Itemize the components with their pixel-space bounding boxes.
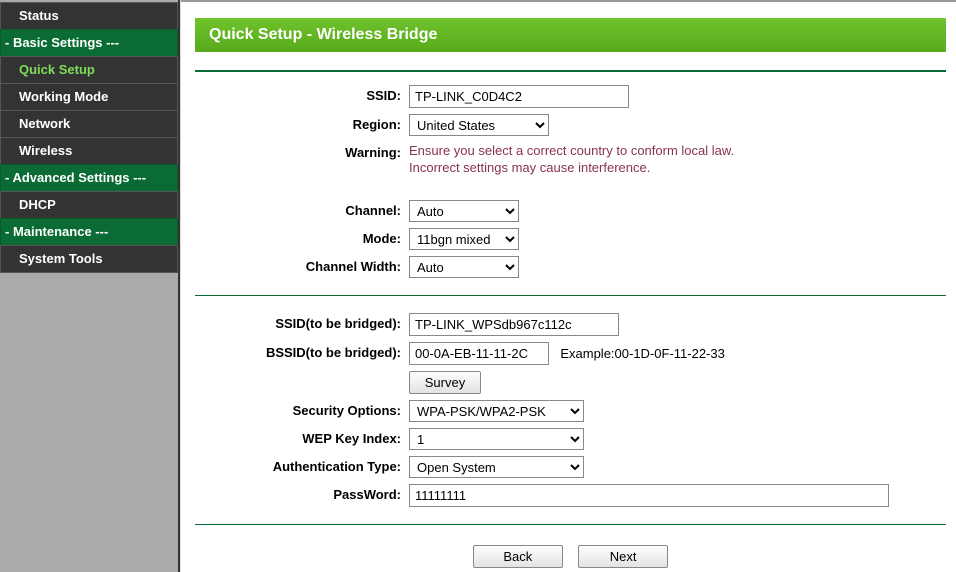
- nav-dhcp[interactable]: DHCP: [0, 191, 178, 218]
- back-button[interactable]: Back: [473, 545, 563, 568]
- nav-status[interactable]: Status: [0, 2, 178, 29]
- warning-line1: Ensure you select a correct country to c…: [409, 142, 942, 159]
- channel-width-select[interactable]: Auto: [409, 256, 519, 278]
- nav-network[interactable]: Network: [0, 110, 178, 137]
- warning-line2: Incorrect settings may cause interferenc…: [409, 159, 942, 176]
- nav-system-tools[interactable]: System Tools: [0, 245, 178, 273]
- label-security-options: Security Options:: [195, 397, 405, 425]
- hr-top: [195, 70, 946, 72]
- label-mode: Mode:: [195, 225, 405, 253]
- label-region: Region:: [195, 111, 405, 139]
- wep-index-select[interactable]: 1: [409, 428, 584, 450]
- ssid-bridged-input[interactable]: [409, 313, 619, 336]
- nav-quick-setup[interactable]: Quick Setup: [0, 56, 178, 83]
- label-channel: Channel:: [195, 197, 405, 225]
- security-options-select[interactable]: WPA-PSK/WPA2-PSK: [409, 400, 584, 422]
- region-select[interactable]: United States: [409, 114, 549, 136]
- main-panel: Quick Setup - Wireless Bridge SSID: Regi…: [181, 0, 956, 572]
- auth-type-select[interactable]: Open System: [409, 456, 584, 478]
- nav-advanced-settings[interactable]: - Advanced Settings ---: [0, 164, 178, 191]
- label-ssid: SSID:: [195, 82, 405, 111]
- label-ssid-bridged: SSID(to be bridged):: [195, 310, 405, 339]
- nav-maintenance[interactable]: - Maintenance ---: [0, 218, 178, 245]
- nav-working-mode[interactable]: Working Mode: [0, 83, 178, 110]
- hr-bottom: [195, 524, 946, 525]
- password-input[interactable]: [409, 484, 889, 507]
- sidebar: Status - Basic Settings --- Quick Setup …: [0, 0, 178, 572]
- channel-select[interactable]: Auto: [409, 200, 519, 222]
- ssid-input[interactable]: [409, 85, 629, 108]
- label-wep-index: WEP Key Index:: [195, 425, 405, 453]
- survey-button[interactable]: Survey: [409, 371, 481, 394]
- bssid-example: Example:00-1D-0F-11-22-33: [560, 346, 725, 361]
- bssid-bridged-input[interactable]: [409, 342, 549, 365]
- label-password: PassWord:: [195, 481, 405, 510]
- next-button[interactable]: Next: [578, 545, 668, 568]
- page-title: Quick Setup - Wireless Bridge: [195, 18, 946, 52]
- label-warning: Warning:: [195, 139, 405, 179]
- nav-basic-settings[interactable]: - Basic Settings ---: [0, 29, 178, 56]
- button-row: Back Next: [195, 539, 946, 568]
- label-bssid-bridged: BSSID(to be bridged):: [195, 339, 405, 368]
- form-section-3: SSID(to be bridged): BSSID(to be bridged…: [195, 310, 946, 510]
- nav-wireless[interactable]: Wireless: [0, 137, 178, 164]
- form-section-1: SSID: Region: United States Warning: Ens…: [195, 82, 946, 179]
- form-section-2: Channel: Auto Mode: 11bgn mixed Channel …: [195, 197, 946, 281]
- mode-select[interactable]: 11bgn mixed: [409, 228, 519, 250]
- label-auth-type: Authentication Type:: [195, 453, 405, 481]
- label-channel-width: Channel Width:: [195, 253, 405, 281]
- hr-mid: [195, 295, 946, 296]
